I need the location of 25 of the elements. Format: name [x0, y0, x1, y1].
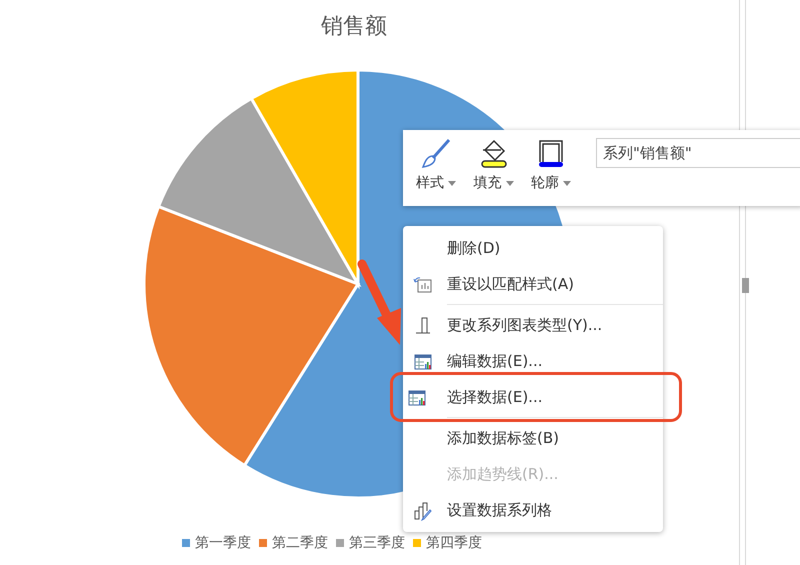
legend-label: 第三季度 [349, 534, 405, 552]
menu-item[interactable]: 选择数据(E)... [397, 379, 675, 415]
menu-item[interactable]: 编辑数据(E)... [403, 343, 663, 379]
caret-icon [506, 180, 514, 186]
series-field[interactable]: 系列"销售额" [596, 138, 800, 168]
format-series-icon [413, 501, 433, 521]
toolbar-button[interactable]: 轮廓 [528, 136, 574, 192]
menu-item[interactable]: 设置数据系列格 [403, 492, 663, 528]
caret-icon [448, 180, 456, 186]
menu-item[interactable]: 重设以匹配样式(A) [403, 266, 663, 302]
toolbar-button[interactable]: 填充 [470, 136, 516, 192]
menu-item[interactable]: 添加数据标签(B) [403, 420, 663, 456]
resize-handle[interactable] [742, 278, 749, 293]
chart-title: 销售额 [321, 13, 387, 41]
data-table-icon [407, 388, 427, 408]
menu-item[interactable]: 更改系列图表类型(Y)... [403, 307, 663, 343]
legend-label: 第二季度 [272, 534, 328, 552]
legend-label: 第四季度 [426, 534, 482, 552]
reset-chart-icon [413, 275, 433, 295]
legend-label: 第一季度 [195, 534, 251, 552]
bar-chart-icon [413, 316, 433, 336]
menu-item[interactable]: 删除(D) [403, 230, 663, 266]
caret-icon [563, 180, 572, 186]
toolbar-button[interactable]: 样式 [413, 136, 459, 192]
data-table-icon [413, 352, 433, 372]
